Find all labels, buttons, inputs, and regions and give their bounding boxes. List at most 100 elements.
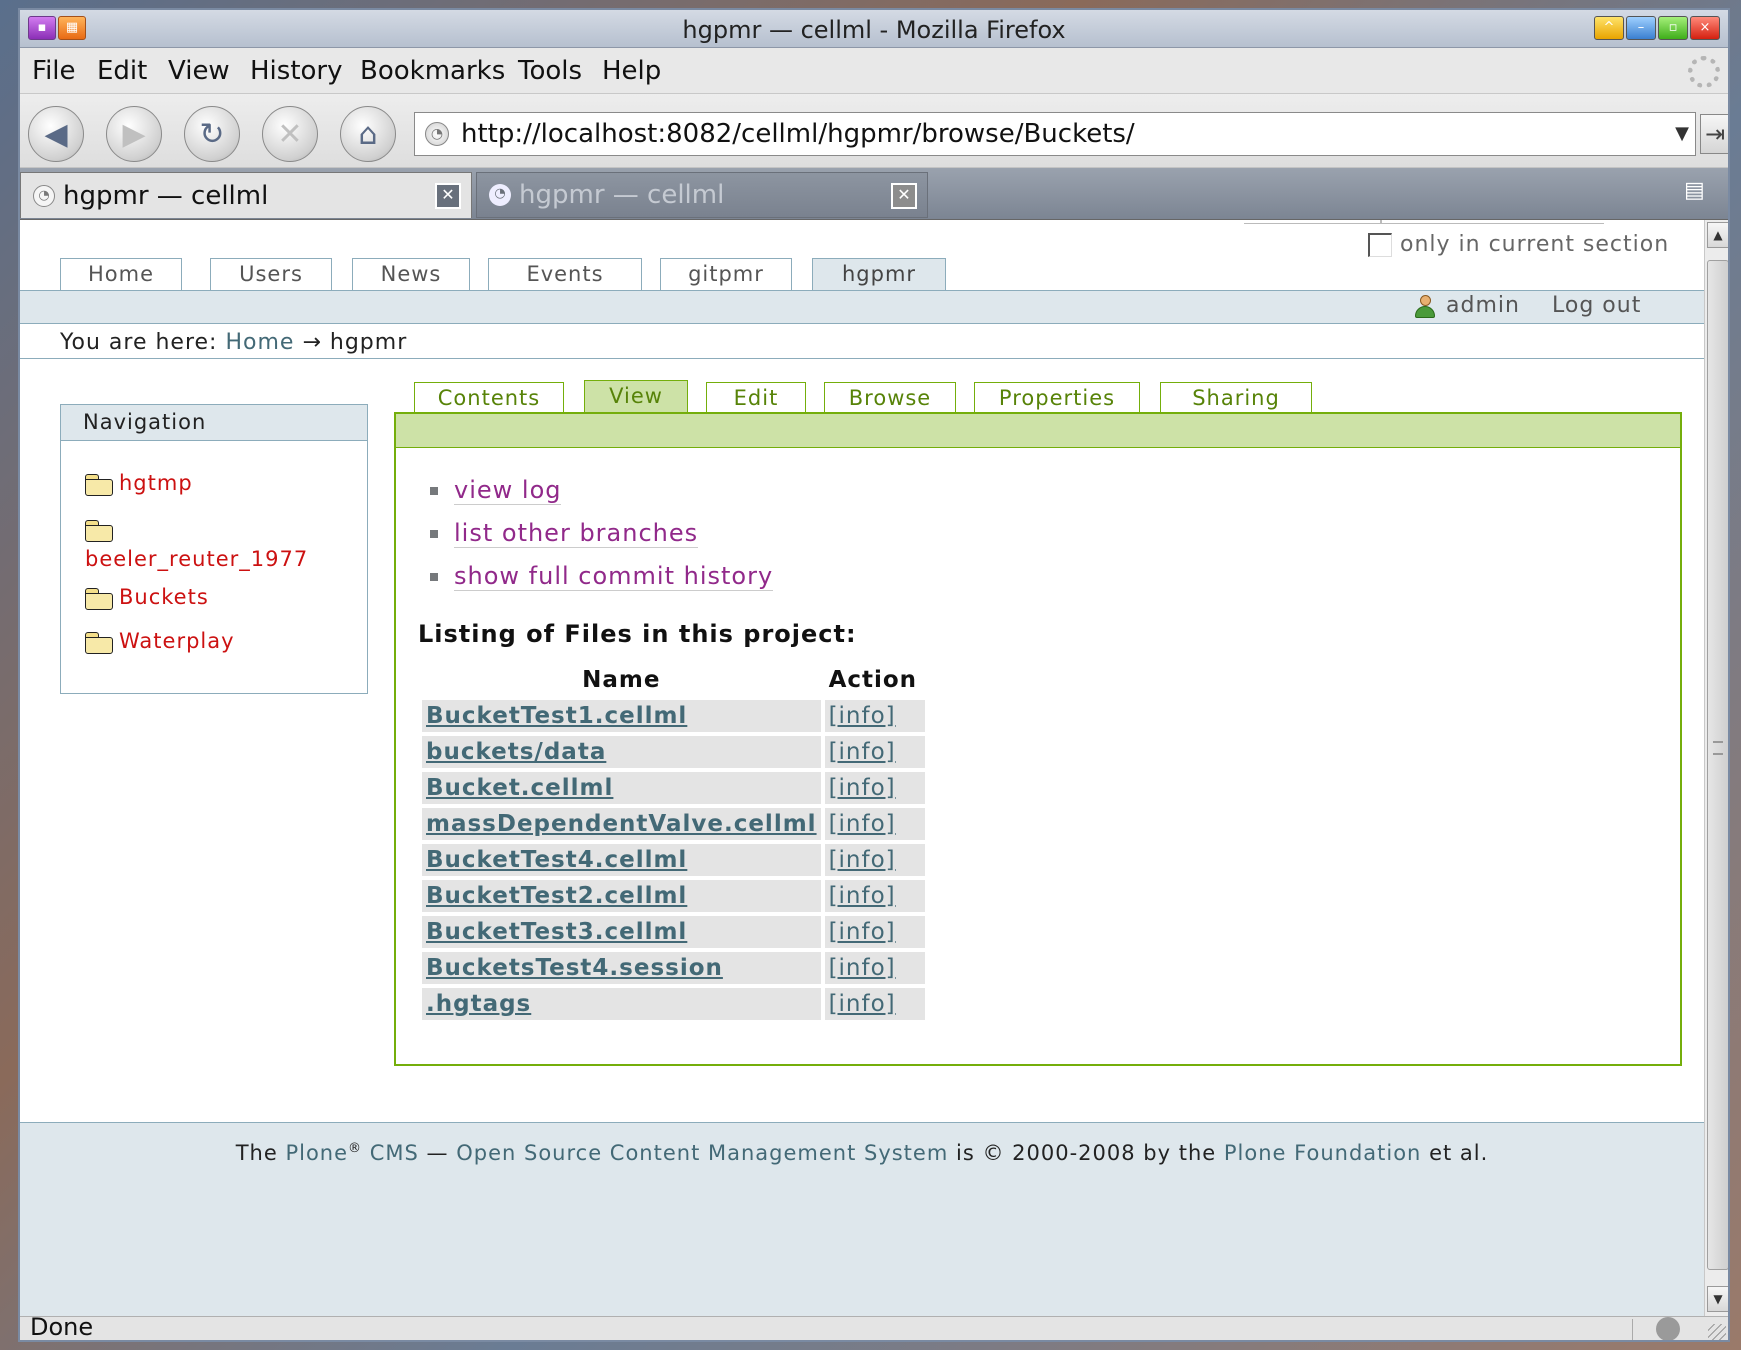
list-item[interactable]: show full commit history	[430, 562, 774, 605]
close-tab-icon[interactable]: ✕	[435, 183, 461, 209]
nav-item-buckets[interactable]: Buckets	[85, 585, 209, 610]
close-tab-icon[interactable]: ✕	[891, 183, 917, 209]
plone-link[interactable]: Plone	[285, 1141, 348, 1165]
tab-hgpmr-active[interactable]: ◔ hgpmr — cellml ✕	[20, 172, 472, 218]
home-icon[interactable]: ⌂	[340, 106, 396, 162]
url-text[interactable]: http://localhost:8082/cellml/hgpmr/brows…	[461, 119, 1135, 149]
file-link[interactable]: BucketTest2.cellml	[426, 883, 687, 909]
cms-link[interactable]: CMS	[370, 1141, 419, 1165]
only-current-section-label: only in current section	[1400, 232, 1670, 257]
table-row: buckets/data [info]	[422, 736, 926, 768]
menu-history[interactable]: History	[250, 56, 343, 86]
content-tab-sharing[interactable]: Sharing	[1160, 382, 1312, 414]
list-item[interactable]: view log	[430, 476, 773, 519]
tab-hgpmr-background[interactable]: ◔ hgpmr — cellml ✕	[476, 172, 928, 218]
menu-help[interactable]: Help	[602, 56, 661, 86]
vertical-scrollbar[interactable]: ▲ ▼	[1704, 220, 1728, 1316]
info-link[interactable]: [info]	[829, 847, 896, 873]
folder-icon	[85, 588, 113, 610]
content-tab-properties[interactable]: Properties	[974, 382, 1140, 414]
portal-tab-events[interactable]: Events	[488, 258, 642, 290]
navigation-portlet: Navigation hgtmp beeler_reuter_1977 Buck…	[60, 404, 368, 694]
maximize-window-icon[interactable]: ▫	[1658, 16, 1688, 40]
content-tab-contents[interactable]: Contents	[414, 382, 564, 414]
url-dropdown-icon[interactable]: ▼	[1675, 123, 1689, 144]
logout-link[interactable]: Log out	[1552, 293, 1641, 318]
nav-item-hgtmp[interactable]: hgtmp	[85, 471, 193, 496]
resize-grip-icon[interactable]	[1708, 1324, 1726, 1340]
go-icon[interactable]: ⇥	[1700, 114, 1728, 154]
plone-foundation-link[interactable]: Plone Foundation	[1224, 1141, 1421, 1165]
file-link[interactable]: BucketTest4.cellml	[426, 847, 687, 873]
table-row: BucketTest2.cellml [info]	[422, 880, 926, 912]
info-link[interactable]: [info]	[829, 919, 896, 945]
files-table: Name Action BucketTest1.cellml [info] buck…	[422, 662, 926, 1024]
file-link[interactable]: massDependentValve.cellml	[426, 811, 817, 837]
info-link[interactable]: [info]	[829, 883, 896, 909]
file-name-cell: BucketsTest4.session	[422, 952, 821, 984]
show-full-commit-history-link[interactable]: show full commit history	[454, 562, 774, 591]
minimize-window-icon[interactable]: –	[1626, 16, 1656, 40]
address-bar[interactable]: ◔ http://localhost:8082/cellml/hgpmr/bro…	[414, 112, 1696, 156]
reload-icon[interactable]: ↻	[184, 106, 240, 162]
back-icon[interactable]: ◀	[28, 106, 84, 162]
navigation-toolbar: ◀ ▶ ↻ ✕ ⌂ ◔ http://localhost:8082/cellml…	[20, 94, 1728, 168]
close-window-icon[interactable]: ×	[1690, 16, 1720, 40]
breadcrumb-home-link[interactable]: Home	[225, 330, 294, 355]
stop-icon[interactable]: ✕	[262, 106, 318, 162]
info-link[interactable]: [info]	[829, 775, 896, 801]
list-other-branches-link[interactable]: list other branches	[454, 519, 699, 548]
content-tab-browse[interactable]: Browse	[824, 382, 956, 414]
scroll-down-icon[interactable]: ▼	[1707, 1286, 1728, 1312]
nav-item-beeler-reuter-1977[interactable]	[85, 517, 119, 542]
info-link[interactable]: [info]	[829, 955, 896, 981]
status-bar: Done	[20, 1313, 1728, 1340]
scrollbar-thumb[interactable]	[1707, 260, 1728, 1270]
info-link[interactable]: [info]	[829, 703, 896, 729]
file-name-cell: .hgtags	[422, 988, 821, 1020]
menu-file[interactable]: File	[32, 56, 76, 86]
scroll-up-icon[interactable]: ▲	[1707, 222, 1728, 248]
file-link[interactable]: .hgtags	[426, 991, 531, 1017]
portal-tab-gitpmr[interactable]: gitpmr	[660, 258, 792, 290]
shade-window-icon[interactable]: ^	[1594, 16, 1624, 40]
portal-tab-home[interactable]: Home	[60, 258, 182, 290]
file-action-cell: [info]	[820, 952, 926, 984]
file-link[interactable]: buckets/data	[426, 739, 606, 765]
table-row: .hgtags [info]	[422, 988, 926, 1020]
list-item[interactable]: list other branches	[430, 519, 773, 562]
view-log-link[interactable]: view log	[454, 476, 562, 505]
footer-word: The	[235, 1141, 278, 1165]
open-source-cms-link[interactable]: Open Source Content Management System	[456, 1141, 948, 1165]
site-identity-icon[interactable]: ◔	[425, 122, 449, 146]
table-row: massDependentValve.cellml [info]	[422, 808, 926, 840]
file-link[interactable]: BucketsTest4.session	[426, 955, 723, 981]
only-current-section-checkbox[interactable]	[1368, 232, 1392, 257]
menu-bookmarks[interactable]: Bookmarks	[360, 56, 505, 86]
info-link[interactable]: [info]	[829, 811, 896, 837]
file-name-cell: BucketTest1.cellml	[422, 700, 821, 732]
bullet-icon	[430, 573, 438, 581]
breadcrumb-current: hgpmr	[329, 330, 408, 355]
menu-edit[interactable]: Edit	[97, 56, 147, 86]
file-link[interactable]: Bucket.cellml	[426, 775, 613, 801]
menu-view[interactable]: View	[168, 56, 230, 86]
file-action-cell: [info]	[820, 700, 926, 732]
content-tab-view[interactable]: View	[584, 380, 688, 416]
file-link[interactable]: BucketTest3.cellml	[426, 919, 687, 945]
portal-tab-users[interactable]: Users	[210, 258, 332, 290]
folder-icon	[85, 474, 113, 496]
list-all-tabs-icon[interactable]: ▤	[1684, 178, 1714, 208]
info-link[interactable]: [info]	[829, 739, 896, 765]
info-link[interactable]: [info]	[829, 991, 896, 1017]
user-name-link[interactable]: admin	[1446, 293, 1520, 318]
file-link[interactable]: BucketTest1.cellml	[426, 703, 687, 729]
breadcrumb-divider	[20, 358, 1704, 359]
portal-tab-hgpmr[interactable]: hgpmr	[812, 258, 946, 292]
menu-tools[interactable]: Tools	[518, 56, 582, 86]
nav-item-waterplay[interactable]: Waterplay	[85, 629, 235, 654]
content-tab-edit[interactable]: Edit	[706, 382, 806, 414]
nav-item-beeler-reuter-1977-label[interactable]: beeler_reuter_1977	[85, 547, 308, 571]
forward-icon[interactable]: ▶	[106, 106, 162, 162]
portal-tab-news[interactable]: News	[352, 258, 470, 290]
